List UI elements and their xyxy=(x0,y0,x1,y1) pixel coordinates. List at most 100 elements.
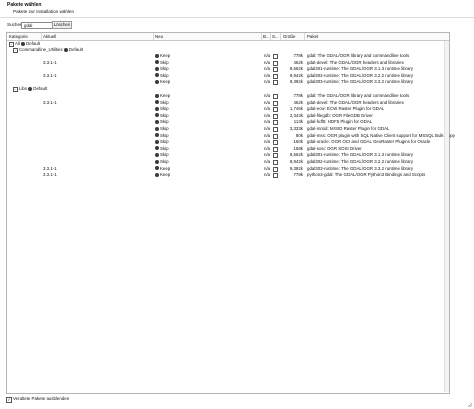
col-package[interactable]: Paket xyxy=(307,33,318,40)
action-toggle[interactable]: Skip xyxy=(155,60,169,66)
binary-status: n/a xyxy=(264,119,271,125)
package-size: 8,562k xyxy=(289,152,303,158)
col-bin[interactable]: B... xyxy=(263,33,270,40)
tree-action-all[interactable]: Default xyxy=(26,41,40,46)
cycle-icon xyxy=(155,126,159,131)
source-checkbox[interactable] xyxy=(273,113,278,119)
package-row[interactable]: 3.3.1-1 Skip n/a 462k gdal-devel: The GDAL/O… xyxy=(7,100,449,106)
action-label: Keep xyxy=(160,79,171,85)
action-toggle[interactable]: Skip xyxy=(155,100,169,106)
source-checkbox[interactable] xyxy=(273,54,278,59)
clear-button[interactable]: Löschen xyxy=(52,21,72,29)
package-row[interactable]: Skip n/a 80k gdal-mss: OGR plugin with SQL … xyxy=(7,133,455,139)
source-checkbox[interactable] xyxy=(273,173,278,179)
source-checkbox[interactable] xyxy=(273,67,278,73)
package-row[interactable]: Keep n/a 9,392k gdal303-runtime: The GDAL/O… xyxy=(7,79,449,86)
action-toggle[interactable]: Keep xyxy=(155,79,170,85)
source-checkbox[interactable] xyxy=(273,120,278,126)
action-toggle[interactable]: Skip xyxy=(155,106,169,112)
resize-grip-icon[interactable] xyxy=(467,402,473,408)
search-input[interactable]: gdal xyxy=(21,22,53,29)
action-label: Skip xyxy=(160,145,169,151)
cycle-icon xyxy=(155,79,159,84)
package-row[interactable]: 3.3.1-1 Skip n/a 462k gdal-devel: The GDAL/O… xyxy=(7,60,449,66)
action-toggle[interactable]: Skip xyxy=(155,73,169,79)
source-checkbox[interactable] xyxy=(273,60,278,66)
source-checkbox[interactable] xyxy=(273,100,278,106)
package-description: gdal303-runtime: The GDAL/OGR 3.3.2 runt… xyxy=(307,165,414,171)
source-checkbox[interactable] xyxy=(273,80,278,86)
action-toggle[interactable]: Skip xyxy=(155,66,169,72)
package-size: 462k xyxy=(293,99,303,105)
package-row[interactable]: Skip n/a 8,562k gdal301-runtime: The GDAL/O… xyxy=(7,152,449,159)
vertical-scrollbar[interactable] xyxy=(444,41,449,392)
package-row[interactable]: Skip n/a 8,562k gdal301-runtime: The GDAL/O… xyxy=(7,66,449,73)
package-row[interactable]: Keep n/a 778k gdal: The GDAL/OGR library an… xyxy=(7,93,449,99)
package-row[interactable]: Skip n/a 158k gdal-sosi: OGR SOSI Driver xyxy=(7,146,449,152)
package-row[interactable]: 3.3.1-1 Keep n/a 778k python3-gdal: The GDAL… xyxy=(7,172,449,179)
tree-action-commandline[interactable]: Default xyxy=(69,47,83,52)
source-checkbox[interactable] xyxy=(273,160,278,165)
cycle-icon[interactable] xyxy=(28,86,33,91)
source-checkbox[interactable] xyxy=(273,140,278,146)
binary-status: n/a xyxy=(264,93,271,98)
binary-status: n/a xyxy=(264,79,271,85)
current-version: 3.3.1-1 xyxy=(43,59,57,65)
col-current[interactable]: Aktuell xyxy=(43,33,56,40)
package-description: gdal-oracle: OGR OCI and GDAL GeoRaster … xyxy=(307,139,431,145)
source-checkbox[interactable] xyxy=(273,73,278,79)
action-toggle[interactable]: Keep xyxy=(155,166,170,172)
package-row[interactable]: Skip n/a 160k gdal-oracle: OGR OCI and GDAL… xyxy=(7,139,449,146)
action-label: Skip xyxy=(160,99,169,105)
action-toggle[interactable]: Skip xyxy=(155,113,169,119)
col-category[interactable]: Kategorie xyxy=(9,33,28,40)
col-size[interactable]: Größe xyxy=(283,33,295,40)
tree-label-all: All xyxy=(15,41,20,46)
cycle-icon xyxy=(155,93,159,98)
action-toggle[interactable]: Skip xyxy=(155,139,169,145)
action-toggle[interactable]: Skip xyxy=(155,146,169,152)
action-toggle[interactable]: Skip xyxy=(155,126,169,132)
cycle-icon[interactable] xyxy=(21,41,26,46)
col-src[interactable]: S... xyxy=(272,33,279,40)
action-toggle[interactable]: Keep xyxy=(155,172,170,178)
hide-obsolete-checkbox[interactable]: ✓ xyxy=(6,397,12,403)
action-toggle[interactable]: Keep xyxy=(155,93,170,99)
action-toggle[interactable]: Skip xyxy=(155,133,169,139)
binary-status: n/a xyxy=(264,59,271,65)
source-checkbox[interactable] xyxy=(273,94,278,99)
package-row[interactable]: Keep n/a 778k gdal: The GDAL/OGR library an… xyxy=(7,53,449,59)
col-new[interactable]: Neu xyxy=(155,33,163,40)
action-toggle[interactable]: Skip xyxy=(155,152,169,158)
cycle-icon xyxy=(155,152,159,157)
package-size: 113k xyxy=(293,119,303,125)
package-row[interactable]: 3.3.1-1 Skip n/a 8,942k gdal302-runtime: The… xyxy=(7,73,449,79)
source-checkbox[interactable] xyxy=(273,146,278,152)
package-list[interactable]: Kategorie Aktuell Neu B... S... Größe Pa… xyxy=(6,32,455,394)
source-checkbox[interactable] xyxy=(273,107,278,113)
package-row[interactable]: Skip n/a 3,333k gdal-mrsid: MrSID Raster Pl… xyxy=(7,126,449,132)
action-label: Skip xyxy=(160,132,169,138)
package-row[interactable]: Skip n/a 8,942k gdal302-runtime: The GDAL/O… xyxy=(7,159,449,165)
source-checkbox[interactable] xyxy=(273,166,278,172)
action-label: Keep xyxy=(160,165,171,171)
dialog-subtitle: Pakete zur Installation wählen xyxy=(13,9,75,14)
cycle-icon xyxy=(155,133,159,138)
current-version: 3.3.1-1 xyxy=(43,72,57,78)
package-row[interactable]: Skip n/a 113k gdal-hdf5: HDF5 Plugin for GD… xyxy=(7,119,449,126)
source-checkbox[interactable] xyxy=(273,153,278,159)
action-toggle[interactable]: Keep xyxy=(155,53,170,59)
source-checkbox[interactable] xyxy=(273,127,278,132)
action-toggle[interactable]: Skip xyxy=(155,159,169,165)
tree-action-libs[interactable]: Default xyxy=(33,86,47,91)
package-row[interactable]: Skip n/a 2,343k gdal-filegdb: OGR FileGDB D… xyxy=(7,113,449,119)
package-description: gdal302-runtime: The GDAL/OGR 3.2.2 runt… xyxy=(307,159,414,164)
cycle-icon[interactable] xyxy=(63,47,68,52)
package-row[interactable]: 3.3.1-1 Keep n/a 9,392k gdal303-runtime: The… xyxy=(7,166,449,172)
package-row[interactable]: Skip n/a 1,746k gdal-ecw: ECW Raster Plugin… xyxy=(7,106,449,113)
action-toggle[interactable]: Skip xyxy=(155,119,169,125)
collapse-icon[interactable]: − xyxy=(13,87,18,93)
tree-row-libs[interactable]: − Libs Default xyxy=(7,86,449,93)
package-description: gdal: The GDAL/OGR library and commandli… xyxy=(307,93,410,98)
source-checkbox[interactable] xyxy=(273,133,278,139)
